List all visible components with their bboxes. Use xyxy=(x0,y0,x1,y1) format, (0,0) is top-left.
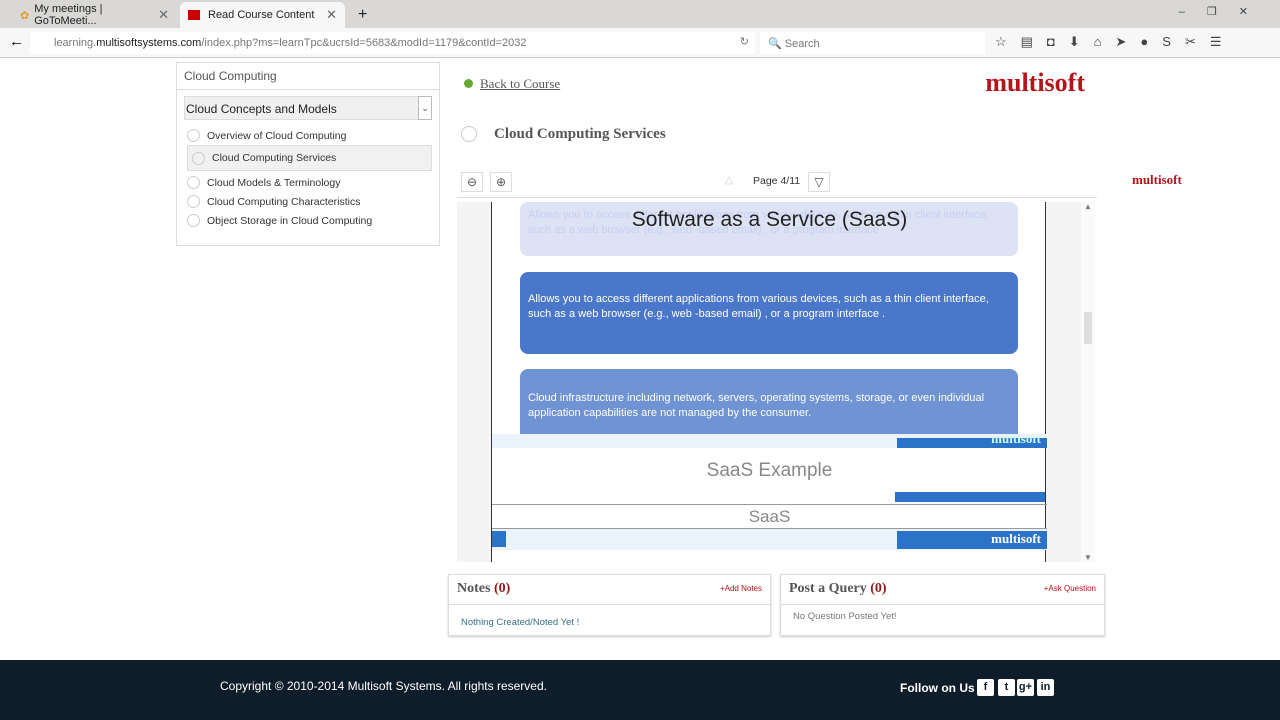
play-circle-icon xyxy=(187,214,200,227)
notes-panel: Notes (0) +Add Notes Nothing Created/Note… xyxy=(448,574,771,636)
search-input[interactable]: 🔍 Search xyxy=(760,32,985,54)
module-select[interactable]: Cloud Concepts and Models ⌄ xyxy=(184,96,432,120)
close-tab-icon[interactable]: ✕ xyxy=(326,7,337,23)
slide-box-infrastructure: Cloud infrastructure including network, … xyxy=(520,369,1018,443)
ask-question-link[interactable]: +Ask Question xyxy=(1044,584,1096,593)
sidebar-item[interactable]: Object Storage in Cloud Computing xyxy=(177,211,439,230)
sidebar-item[interactable]: Cloud Computing Characteristics xyxy=(177,192,439,211)
nav-bar: ← learning.multisoftsystems.com/index.ph… xyxy=(0,28,1280,58)
tab-read-course[interactable]: Read Course Content ✕ xyxy=(180,2,345,28)
slide-next-title: SaaS Example xyxy=(706,460,833,481)
back-to-course-link[interactable]: Back to Course xyxy=(464,76,560,92)
window-controls[interactable]: –❐✕ xyxy=(1179,5,1270,18)
url-bar[interactable]: learning.multisoftsystems.com/index.php?… xyxy=(30,32,755,54)
play-circle-icon xyxy=(187,176,200,189)
multisoft-favicon xyxy=(188,10,200,20)
add-notes-link[interactable]: +Add Notes xyxy=(720,584,762,593)
slide-box-saas-access: Allows you to access different applicati… xyxy=(520,272,1018,354)
twitter-icon[interactable]: t xyxy=(998,679,1015,696)
back-icon xyxy=(464,79,473,88)
slide-banner: multisoft xyxy=(492,431,1047,448)
slide-banner: multisoft xyxy=(492,528,1047,550)
slide-viewer[interactable]: Allows you to access different applicati… xyxy=(457,202,1095,562)
facebook-icon[interactable]: f xyxy=(977,679,994,696)
content-title: Cloud Computing Services xyxy=(461,114,1101,154)
next-page-icon[interactable]: ▽ xyxy=(808,172,830,192)
reload-icon[interactable]: ↻ xyxy=(740,35,749,48)
multisoft-logo: multisoft xyxy=(985,68,1085,97)
page-indicator: Page 4/11 xyxy=(753,175,801,187)
gotomeeting-icon: ✿ xyxy=(20,9,30,22)
copyright: Copyright © 2010-2014 Multisoft Systems.… xyxy=(220,679,547,693)
query-empty: No Question Posted Yet! xyxy=(793,611,897,622)
follow-label: Follow on Us xyxy=(900,681,975,695)
sidebar-item-active[interactable]: Cloud Computing Services xyxy=(187,145,432,171)
close-tab-icon[interactable]: ✕ xyxy=(158,7,169,23)
zoom-out-icon[interactable]: ⊖ xyxy=(461,172,483,192)
play-circle-icon xyxy=(461,126,477,142)
slide: Allows you to access different applicati… xyxy=(491,202,1047,562)
chevron-down-icon[interactable]: ⌄ xyxy=(418,96,432,120)
footer: Copyright © 2010-2014 Multisoft Systems.… xyxy=(0,660,1280,720)
content-area: Back to Course multisoft Cloud Computing… xyxy=(447,62,1105,562)
zoom-in-icon[interactable]: ⊕ xyxy=(490,172,512,192)
viewer-toolbar: ⊖ ⊕ △ Page 4/11 ▽ xyxy=(457,168,1097,198)
tab-bar: ✿ My meetings | GoToMeeti... ✕ Read Course… xyxy=(0,0,1280,28)
play-circle-icon xyxy=(187,195,200,208)
google-plus-icon[interactable]: g+ xyxy=(1017,679,1034,696)
prev-page-icon[interactable]: △ xyxy=(725,174,733,186)
slide-saas-label: SaaS xyxy=(492,504,1047,527)
sidebar-item[interactable]: Cloud Models & Terminology xyxy=(177,173,439,192)
course-sidebar: Cloud Computing Cloud Concepts and Model… xyxy=(176,62,440,246)
play-circle-icon xyxy=(187,129,200,142)
slide-title: Software as a Service (SaaS) xyxy=(631,208,908,231)
course-title: Cloud Computing xyxy=(177,63,439,90)
play-circle-icon xyxy=(192,151,205,165)
query-panel: Post a Query (0) +Ask Question No Questio… xyxy=(780,574,1105,636)
slide-stripe xyxy=(895,492,1045,502)
linkedin-icon[interactable]: in xyxy=(1037,679,1054,696)
new-tab-button[interactable]: + xyxy=(350,2,375,28)
toolbar-icons[interactable]: ☆▤◘⬇⌂➤●S✂☰ xyxy=(995,34,1236,50)
side-logo: multisoft xyxy=(1132,172,1182,187)
notes-empty: Nothing Created/Noted Yet ! xyxy=(461,617,580,628)
back-arrow-icon[interactable]: ← xyxy=(9,33,24,50)
sidebar-item[interactable]: Overview of Cloud Computing xyxy=(177,126,439,145)
tab-gotomeeting[interactable]: ✿ My meetings | GoToMeeti... ✕ xyxy=(12,2,177,28)
viewer-scrollbar[interactable]: ▲ ▼ xyxy=(1081,202,1095,562)
